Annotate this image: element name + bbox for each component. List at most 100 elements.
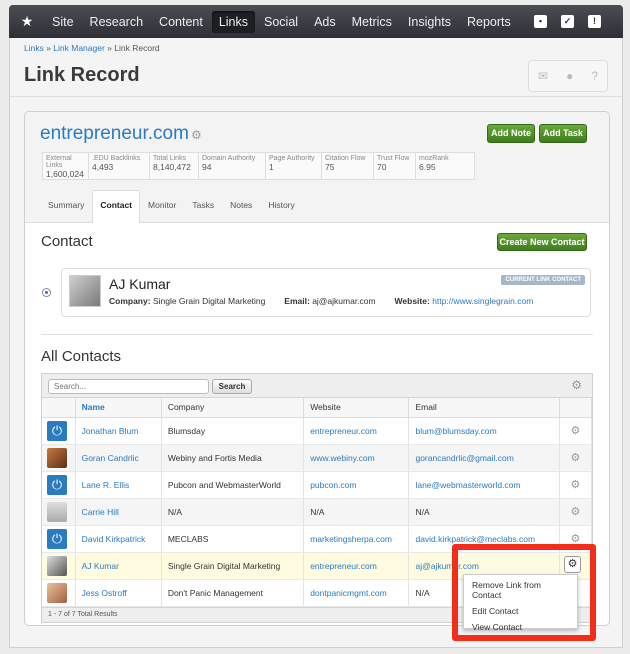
contacts-book-icon[interactable]: ▪ bbox=[534, 15, 547, 28]
row-website-link[interactable]: pubcon.com bbox=[310, 480, 356, 490]
nav-insights[interactable]: Insights bbox=[401, 11, 458, 33]
menu-item-remove-link[interactable]: Remove Link from Contact bbox=[464, 575, 577, 603]
row-name-cell: Lane R. Ellis bbox=[75, 471, 162, 499]
row-name-link[interactable]: Goran Candrlic bbox=[82, 453, 139, 463]
row-name-link[interactable]: Jess Ostroff bbox=[82, 588, 127, 598]
row-email-cell: blum@blumsday.com bbox=[408, 417, 560, 445]
table-row[interactable]: Jonathan Blum Blumsday entrepreneur.com … bbox=[42, 417, 593, 445]
tab-contact[interactable]: Contact bbox=[92, 190, 141, 223]
row-website-cell: dontpanicmgmt.com bbox=[303, 579, 410, 607]
contact-name: AJ Kumar bbox=[109, 276, 171, 292]
nav-research[interactable]: Research bbox=[83, 11, 151, 33]
row-avatar-cell bbox=[42, 579, 76, 607]
row-name-link[interactable]: Carrie Hill bbox=[82, 507, 119, 517]
row-name-cell: AJ Kumar bbox=[75, 552, 162, 580]
breadcrumb-links[interactable]: Links bbox=[24, 43, 44, 53]
row-email-link[interactable]: david.kirkpatrick@meclabs.com bbox=[415, 534, 535, 544]
menu-item-view-contact[interactable]: View Contact bbox=[464, 619, 577, 635]
domain-settings-gear-icon[interactable]: ⚙ bbox=[191, 128, 202, 142]
breadcrumb: Links » Link Manager » Link Record bbox=[24, 43, 160, 53]
menu-item-edit-contact[interactable]: Edit Contact bbox=[464, 603, 577, 619]
nav-site[interactable]: Site bbox=[45, 11, 81, 33]
tab-notes[interactable]: Notes bbox=[222, 190, 260, 223]
breadcrumb-current: Link Record bbox=[114, 43, 160, 53]
row-gear-icon[interactable]: ⚙ bbox=[559, 471, 593, 499]
row-website-link[interactable]: entrepreneur.com bbox=[310, 426, 377, 436]
row-gear-icon[interactable]: ⚙ bbox=[559, 498, 593, 526]
row-website-cell: entrepreneur.com bbox=[303, 552, 410, 580]
tab-summary[interactable]: Summary bbox=[40, 190, 92, 223]
title-divider bbox=[10, 96, 622, 97]
tab-monitor[interactable]: Monitor bbox=[140, 190, 184, 223]
nav-reports[interactable]: Reports bbox=[460, 11, 518, 33]
add-task-button[interactable]: Add Task bbox=[539, 124, 587, 143]
row-gear-icon[interactable]: ⚙ bbox=[559, 525, 593, 553]
table-row[interactable]: Carrie Hill N/A N/A N/A ⚙ bbox=[42, 498, 593, 526]
section-divider bbox=[41, 334, 593, 335]
row-email-link[interactable]: gorancandrlic@gmail.com bbox=[415, 453, 513, 463]
column-header-company[interactable]: Company bbox=[161, 398, 305, 418]
row-email-link[interactable]: blum@blumsday.com bbox=[415, 426, 496, 436]
row-name-link[interactable]: AJ Kumar bbox=[82, 561, 119, 571]
current-link-contact-badge: CURRENT LINK CONTACT bbox=[501, 275, 585, 285]
row-name-cell: Jess Ostroff bbox=[75, 579, 162, 607]
email-label: Email: bbox=[284, 296, 310, 306]
row-website-link[interactable]: marketingsherpa.com bbox=[310, 534, 392, 544]
row-email-link[interactable]: lane@webmasterworld.com bbox=[415, 480, 520, 490]
tasks-check-icon[interactable]: ✓ bbox=[561, 15, 574, 28]
row-name-link[interactable]: Lane R. Ellis bbox=[82, 480, 130, 490]
top-navigation-bar: ★ Site Research Content Links Social Ads… bbox=[9, 5, 623, 38]
row-company: Blumsday bbox=[161, 417, 305, 445]
metric-edu-backlinks: .EDU Backlinks 4,493 bbox=[89, 153, 150, 179]
column-header-website[interactable]: Website bbox=[303, 398, 410, 418]
table-settings-gear-icon[interactable]: ⚙ bbox=[571, 378, 582, 392]
table-toolbar: Search ⚙ bbox=[42, 374, 592, 398]
row-company: MECLABS bbox=[161, 525, 305, 553]
nav-links[interactable]: Links bbox=[211, 10, 256, 33]
row-name-link[interactable]: Jonathan Blum bbox=[82, 426, 139, 436]
contact-avatar bbox=[69, 275, 101, 307]
row-website-link[interactable]: dontpanicmgmt.com bbox=[310, 588, 387, 598]
nav-social[interactable]: Social bbox=[257, 11, 305, 33]
tab-tasks[interactable]: Tasks bbox=[184, 190, 222, 223]
row-website-link[interactable]: www.webiny.com bbox=[310, 453, 375, 463]
row-website-link[interactable]: entrepreneur.com bbox=[310, 561, 377, 571]
title-tools: ✉ ● ? bbox=[528, 60, 608, 92]
avatar bbox=[47, 474, 67, 495]
record-domain[interactable]: entrepreneur.com bbox=[40, 123, 189, 145]
current-contact-radio[interactable] bbox=[42, 288, 51, 297]
table-row[interactable]: David Kirkpatrick MECLABS marketingsherp… bbox=[42, 525, 593, 553]
row-email-cell: lane@webmasterworld.com bbox=[408, 471, 560, 499]
help-icon[interactable]: ? bbox=[591, 69, 598, 83]
chat-bubble-icon[interactable]: ● bbox=[566, 69, 573, 83]
create-new-contact-button[interactable]: Create New Contact bbox=[497, 233, 587, 251]
search-button[interactable]: Search bbox=[212, 379, 252, 394]
row-name-link[interactable]: David Kirkpatrick bbox=[82, 534, 146, 544]
row-avatar-cell bbox=[42, 471, 76, 499]
row-gear-icon[interactable]: ⚙ bbox=[559, 417, 593, 445]
row-actions-gear-icon[interactable]: ⚙ bbox=[564, 556, 581, 573]
nav-right-icons: ▪ ✓ ! bbox=[534, 15, 623, 28]
row-email-link[interactable]: aj@ajkumar.com bbox=[415, 561, 478, 571]
row-company: N/A bbox=[161, 498, 305, 526]
column-header-email[interactable]: Email bbox=[408, 398, 560, 418]
row-gear-icon[interactable]: ⚙ bbox=[559, 444, 593, 472]
row-name-cell: Goran Candrlic bbox=[75, 444, 162, 472]
tab-history[interactable]: History bbox=[260, 190, 302, 223]
nav-content[interactable]: Content bbox=[152, 11, 210, 33]
search-input[interactable] bbox=[48, 379, 209, 394]
metric-trust-flow: Trust Flow 70 bbox=[374, 153, 416, 179]
table-row[interactable]: Lane R. Ellis Pubcon and WebmasterWorld … bbox=[42, 471, 593, 499]
notifications-icon[interactable]: ! bbox=[588, 15, 601, 28]
home-star-icon[interactable]: ★ bbox=[9, 13, 45, 30]
table-row[interactable]: Goran Candrlic Webiny and Fortis Media w… bbox=[42, 444, 593, 472]
add-note-button[interactable]: Add Note bbox=[487, 124, 535, 143]
row-email-cell: gorancandrlic@gmail.com bbox=[408, 444, 560, 472]
nav-ads[interactable]: Ads bbox=[307, 11, 343, 33]
nav-metrics[interactable]: Metrics bbox=[345, 11, 399, 33]
column-header-name[interactable]: Name bbox=[75, 398, 162, 418]
breadcrumb-link-manager[interactable]: Link Manager bbox=[53, 43, 105, 53]
website-link[interactable]: http://www.singlegrain.com bbox=[432, 296, 533, 306]
inbox-icon[interactable]: ✉ bbox=[538, 69, 548, 83]
row-name-cell: Carrie Hill bbox=[75, 498, 162, 526]
